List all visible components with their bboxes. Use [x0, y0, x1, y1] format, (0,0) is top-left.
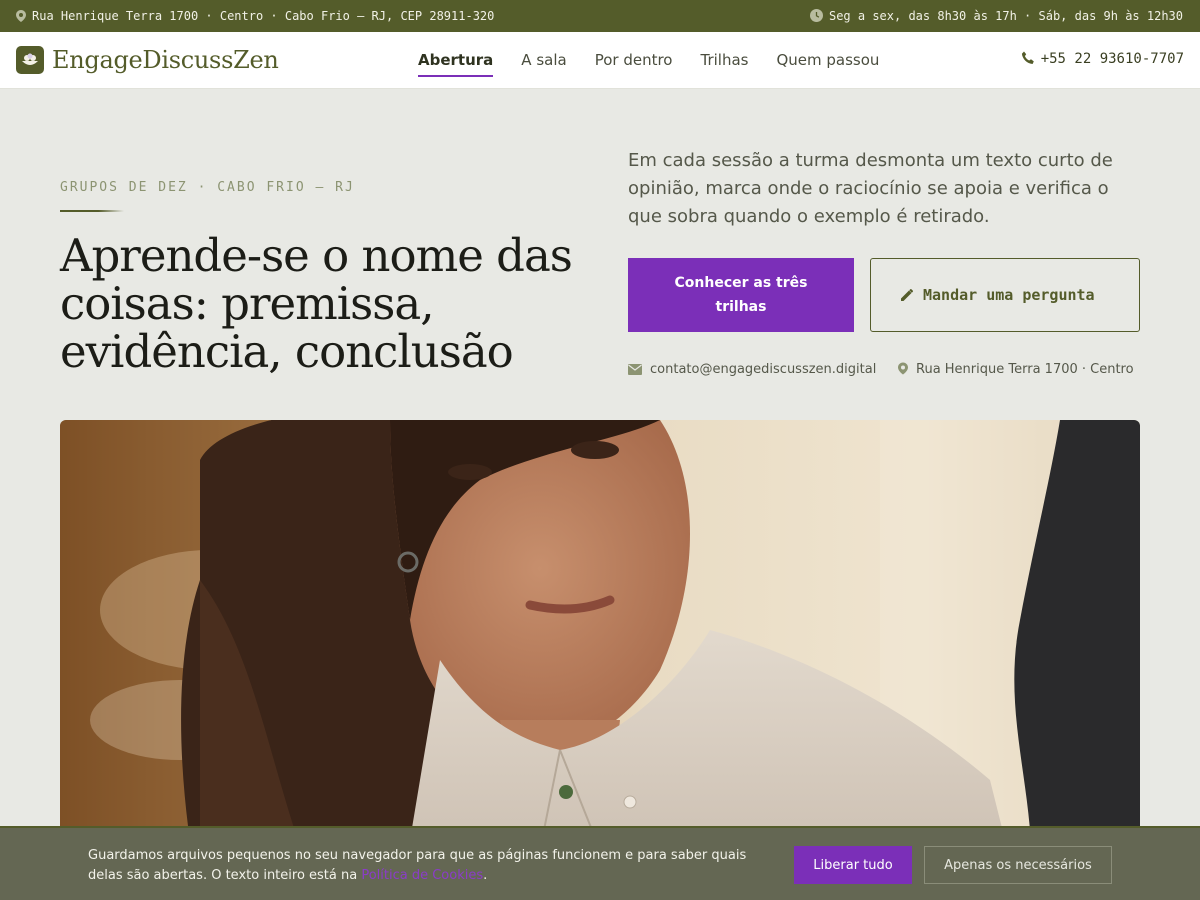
topbar-address: Rua Henrique Terra 1700 · Centro · Cabo … — [16, 9, 494, 23]
cookie-text: Guardamos arquivos pequenos no seu naveg… — [88, 846, 778, 886]
top-info-bar: Rua Henrique Terra 1700 · Centro · Cabo … — [0, 0, 1200, 32]
nav-item-abertura[interactable]: Abertura — [418, 50, 494, 77]
map-pin-icon — [898, 362, 908, 375]
site-header: EngageDiscussZen Abertura A sala Por den… — [0, 32, 1200, 89]
topbar-hours: Seg a sex, das 8h30 às 17h · Sáb, das 9h… — [809, 9, 1183, 23]
nav-item-a-sala[interactable]: A sala — [521, 50, 566, 70]
necessary-cookies-button[interactable]: Apenas os necessários — [924, 846, 1112, 884]
accept-all-cookies-button[interactable]: Liberar tudo — [794, 846, 912, 884]
nav-item-por-dentro[interactable]: Por dentro — [595, 50, 673, 70]
header-phone-link[interactable]: +55 22 93610-7707 — [1021, 51, 1184, 67]
nav-item-quem-passou[interactable]: Quem passou — [776, 50, 879, 70]
map-pin-icon — [16, 10, 26, 22]
ask-question-label: Mandar uma pergunta — [923, 286, 1095, 304]
eyebrow-divider — [60, 210, 124, 212]
clock-icon — [809, 9, 823, 22]
contact-location-text: Rua Henrique Terra 1700 · Centro — [916, 362, 1134, 377]
main-nav: Abertura A sala Por dentro Trilhas Quem … — [418, 32, 907, 88]
cookie-banner: Guardamos arquivos pequenos no seu naveg… — [0, 826, 1200, 900]
pencil-icon — [901, 288, 914, 301]
nav-item-trilhas[interactable]: Trilhas — [700, 50, 748, 70]
envelope-icon — [628, 364, 642, 375]
ask-question-button[interactable]: Mandar uma pergunta — [870, 258, 1140, 332]
hero-eyebrow: GRUPOS DE DEZ · CABO FRIO — RJ — [60, 180, 355, 195]
site-logo[interactable]: EngageDiscussZen — [16, 46, 279, 74]
phone-icon — [1021, 51, 1034, 64]
logo-mark-icon — [16, 46, 44, 74]
primary-cta-button[interactable]: Conhecer as três trilhas — [628, 258, 854, 332]
cookie-policy-link[interactable]: Política de Cookies — [361, 868, 483, 883]
topbar-address-text: Rua Henrique Terra 1700 · Centro · Cabo … — [32, 9, 495, 23]
topbar-hours-text: Seg a sex, das 8h30 às 17h · Sáb, das 9h… — [828, 9, 1183, 23]
hero-headline: Aprende-se o nome das coisas: premissa, … — [60, 229, 573, 378]
cookie-text-end: . — [483, 868, 488, 883]
contact-email[interactable]: contato@engagediscusszen.digital — [628, 362, 876, 377]
phone-number: +55 22 93610-7707 — [1040, 51, 1184, 67]
contact-email-text: contato@engagediscusszen.digital — [650, 362, 877, 377]
hero-intro: Em cada sessão a turma desmonta um texto… — [628, 150, 1113, 227]
contact-location: Rua Henrique Terra 1700 · Centro — [898, 362, 1134, 377]
logo-text: EngageDiscussZen — [52, 46, 279, 74]
